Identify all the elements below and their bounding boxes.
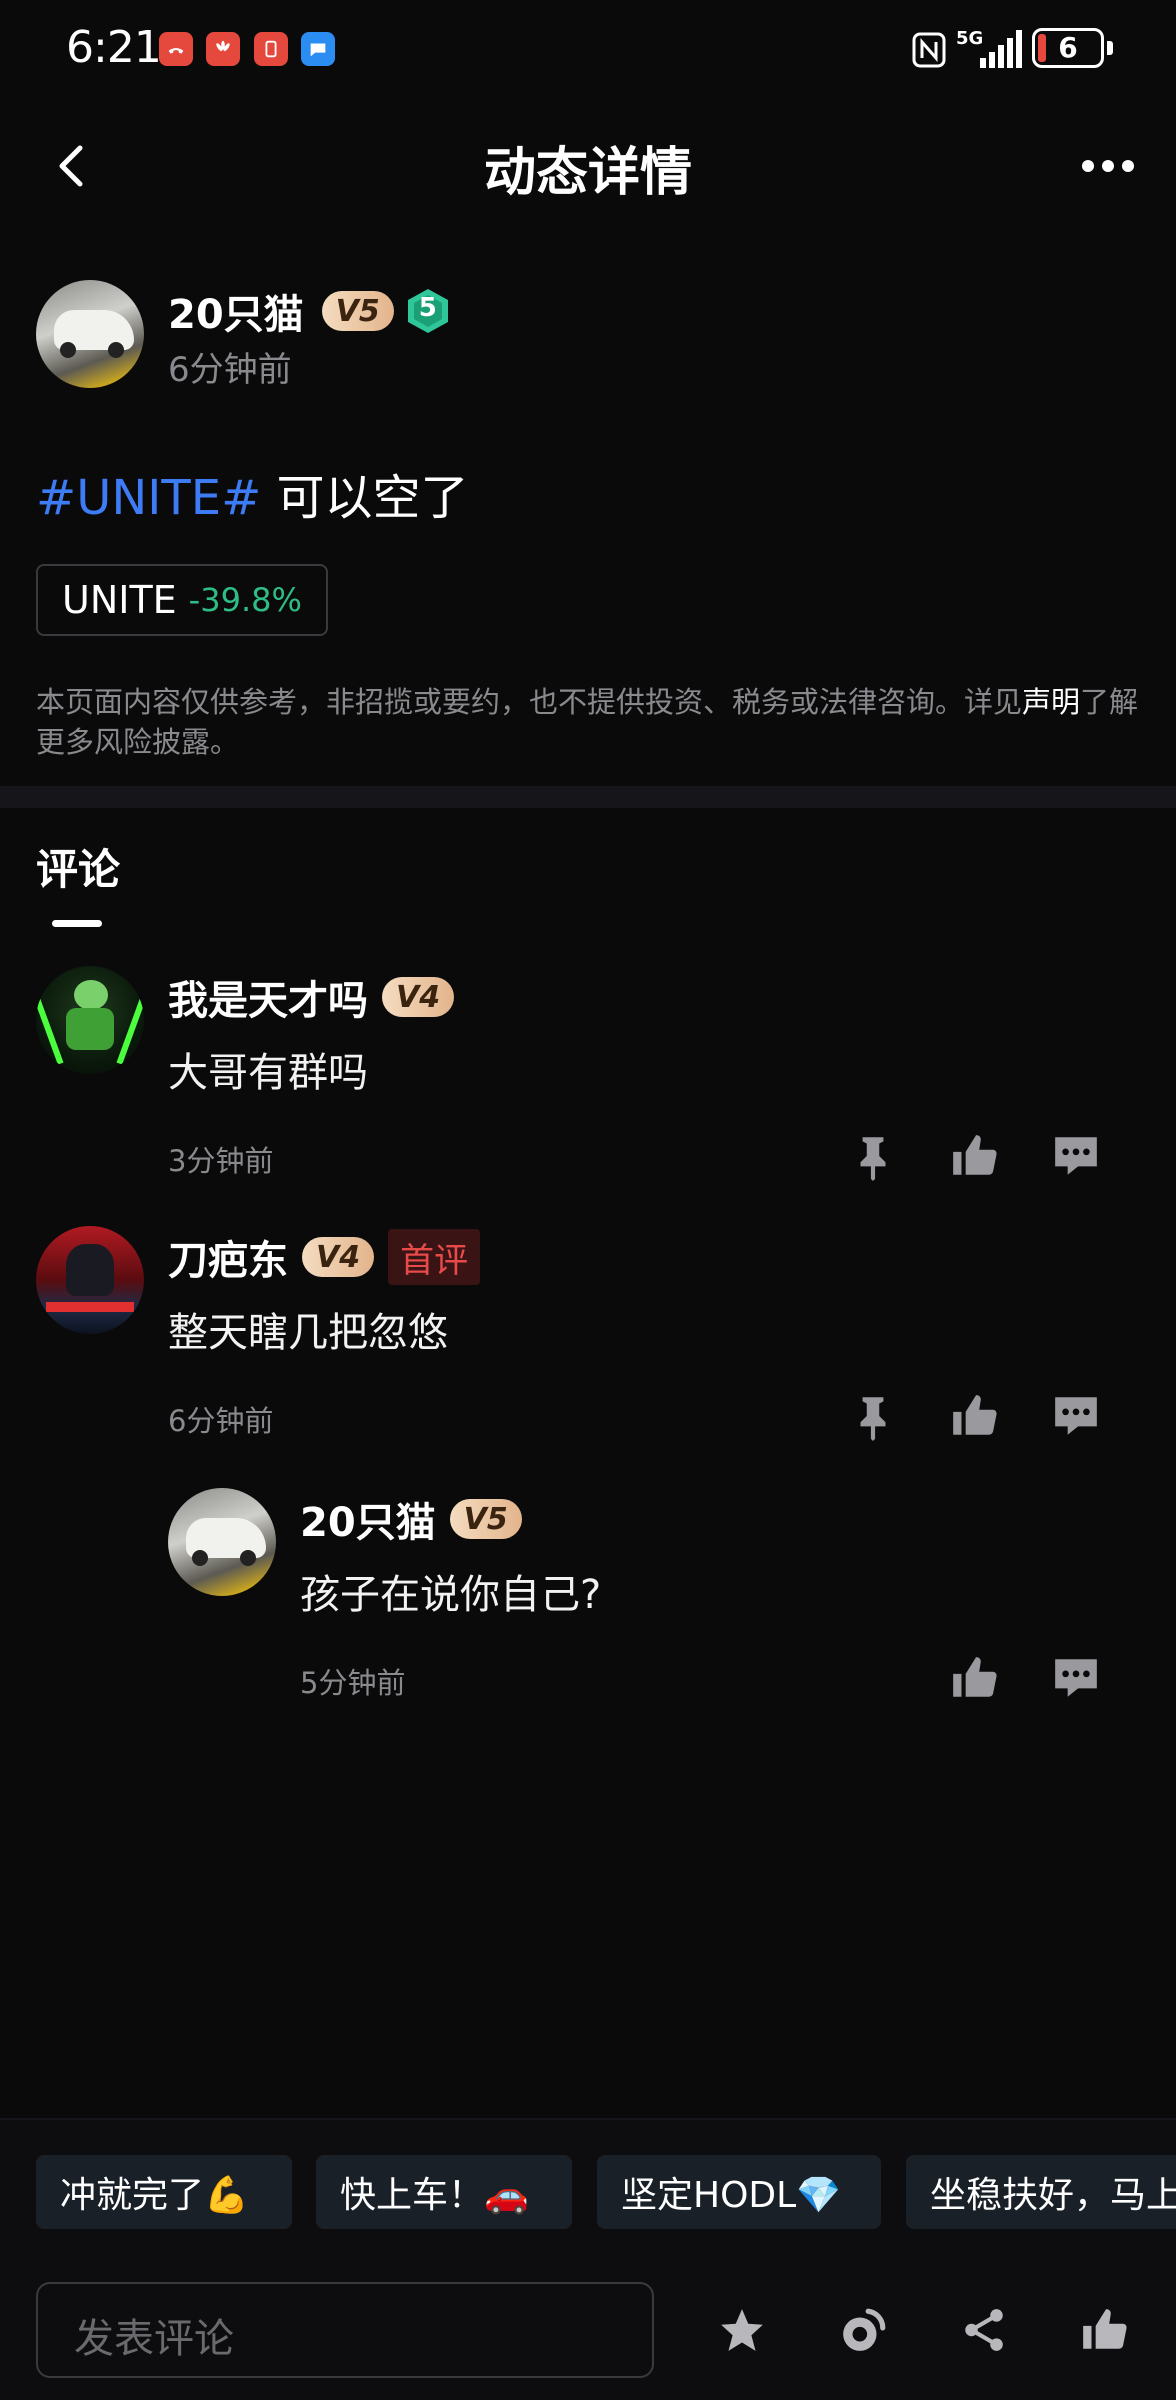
- coins-icon: [843, 2308, 886, 2351]
- reply-header: 20只猫 V5: [300, 1490, 522, 1548]
- quick-reply-chip[interactable]: 快上车！🚗: [316, 2155, 572, 2229]
- header: 动态详情: [0, 110, 1176, 220]
- disclaimer: 本页面内容仅供参考，非招揽或要约，也不提供投资、税务或法律咨询。详见声明了解更多…: [36, 682, 1140, 762]
- like-button[interactable]: [944, 1386, 1004, 1446]
- comment-icon: [1055, 1397, 1097, 1435]
- author-avatar[interactable]: [36, 280, 144, 388]
- hashtag-link[interactable]: #UNITE#: [36, 470, 261, 526]
- vip-badge: V4: [302, 1237, 375, 1277]
- post-time: 6分钟前: [168, 350, 292, 390]
- missed-call-icon: [159, 32, 193, 66]
- commenter-avatar[interactable]: [36, 966, 144, 1074]
- huawei-icon: [206, 32, 240, 66]
- commenter-name[interactable]: 刀疤东: [168, 1228, 288, 1286]
- disclaimer-text: 本页面内容仅供参考，非招揽或要约，也不提供投资、税务或法律咨询。详见: [36, 685, 1023, 719]
- reply-time: 5分钟前: [300, 1666, 406, 1700]
- tab-comments[interactable]: 评论: [36, 836, 120, 897]
- more-icon: [1082, 160, 1134, 172]
- pin-button[interactable]: [843, 1386, 903, 1446]
- battery-icon: 6: [1032, 28, 1113, 68]
- post-text: #UNITE# 可以空了: [36, 458, 469, 528]
- reply-text: 孩子在说你自己?: [300, 1572, 602, 1618]
- star-icon: [721, 2309, 763, 2351]
- reply-button[interactable]: [1046, 1386, 1106, 1446]
- thumbs-up-icon: [953, 1135, 997, 1175]
- page-title: 动态详情: [483, 143, 692, 203]
- comment-text: 整天瞎几把忽悠: [168, 1310, 448, 1356]
- disclaimer-link[interactable]: 声明: [1022, 685, 1080, 719]
- tab-indicator: [52, 920, 102, 927]
- comment-time: 3分钟前: [168, 1144, 274, 1178]
- vip-badge: V4: [382, 977, 455, 1017]
- comment-placeholder: 发表评论: [74, 2316, 234, 2362]
- reply-button[interactable]: [1046, 1648, 1106, 1708]
- author-name[interactable]: 20只猫: [168, 282, 304, 340]
- like-button[interactable]: [944, 1126, 1004, 1186]
- first-comment-tag: 首评: [388, 1229, 481, 1285]
- thumbs-up-icon: [1083, 2309, 1127, 2349]
- section-divider: [0, 786, 1176, 808]
- message-icon: [301, 32, 335, 66]
- share-icon: [965, 2309, 1003, 2351]
- rank-value: 5: [418, 293, 437, 323]
- rank-badge: 5: [406, 287, 450, 335]
- comment-header: 刀疤东 V4 首评: [168, 1228, 481, 1286]
- post-body-text: 可以空了: [261, 470, 469, 526]
- signal-icon: [980, 30, 1022, 72]
- comment-time: 6分钟前: [168, 1404, 274, 1438]
- thumbs-up-icon: [953, 1657, 997, 1697]
- pin-icon: [860, 1397, 886, 1441]
- favorite-button[interactable]: [712, 2300, 772, 2360]
- pin-button[interactable]: [843, 1126, 903, 1186]
- reply-avatar[interactable]: [168, 1488, 276, 1596]
- nfc-icon: [912, 32, 946, 72]
- more-options-button[interactable]: [1080, 152, 1136, 180]
- comment-text: 大哥有群吗: [168, 1050, 368, 1096]
- comment-input[interactable]: 发表评论: [36, 2282, 654, 2378]
- author-info: 20只猫 V5 5: [168, 282, 450, 340]
- like-post-button[interactable]: [1074, 2300, 1134, 2360]
- quick-reply-chip[interactable]: 坐稳扶好，马上: [906, 2155, 1176, 2229]
- vip-badge: V5: [449, 1499, 522, 1539]
- quick-reply-chip[interactable]: 冲就完了💪: [36, 2155, 292, 2229]
- phone-manager-icon: [254, 32, 288, 66]
- commenter-avatar[interactable]: [36, 1226, 144, 1334]
- ticker-symbol: UNITE: [62, 578, 177, 622]
- tip-button[interactable]: [834, 2300, 894, 2360]
- like-button[interactable]: [944, 1648, 1004, 1708]
- ticker-card[interactable]: UNITE -39.8%: [36, 564, 328, 636]
- comment-icon: [1055, 1659, 1097, 1697]
- thumbs-up-icon: [953, 1395, 997, 1435]
- reply-button[interactable]: [1046, 1126, 1106, 1186]
- ticker-change: -39.8%: [188, 581, 302, 619]
- quick-reply-chip[interactable]: 坚定HODL💎: [597, 2155, 881, 2229]
- status-bar: 6:21 5G 6: [0, 0, 1176, 100]
- vip-badge: V5: [321, 291, 394, 331]
- share-button[interactable]: [954, 2300, 1014, 2360]
- comment-header: 我是天才吗 V4: [168, 968, 455, 1026]
- commenter-name[interactable]: 我是天才吗: [168, 968, 368, 1026]
- pin-icon: [860, 1137, 886, 1181]
- comment-icon: [1055, 1137, 1097, 1175]
- reply-author-name[interactable]: 20只猫: [300, 1490, 436, 1548]
- battery-level: 6: [1058, 31, 1078, 64]
- status-time: 6:21: [66, 22, 162, 73]
